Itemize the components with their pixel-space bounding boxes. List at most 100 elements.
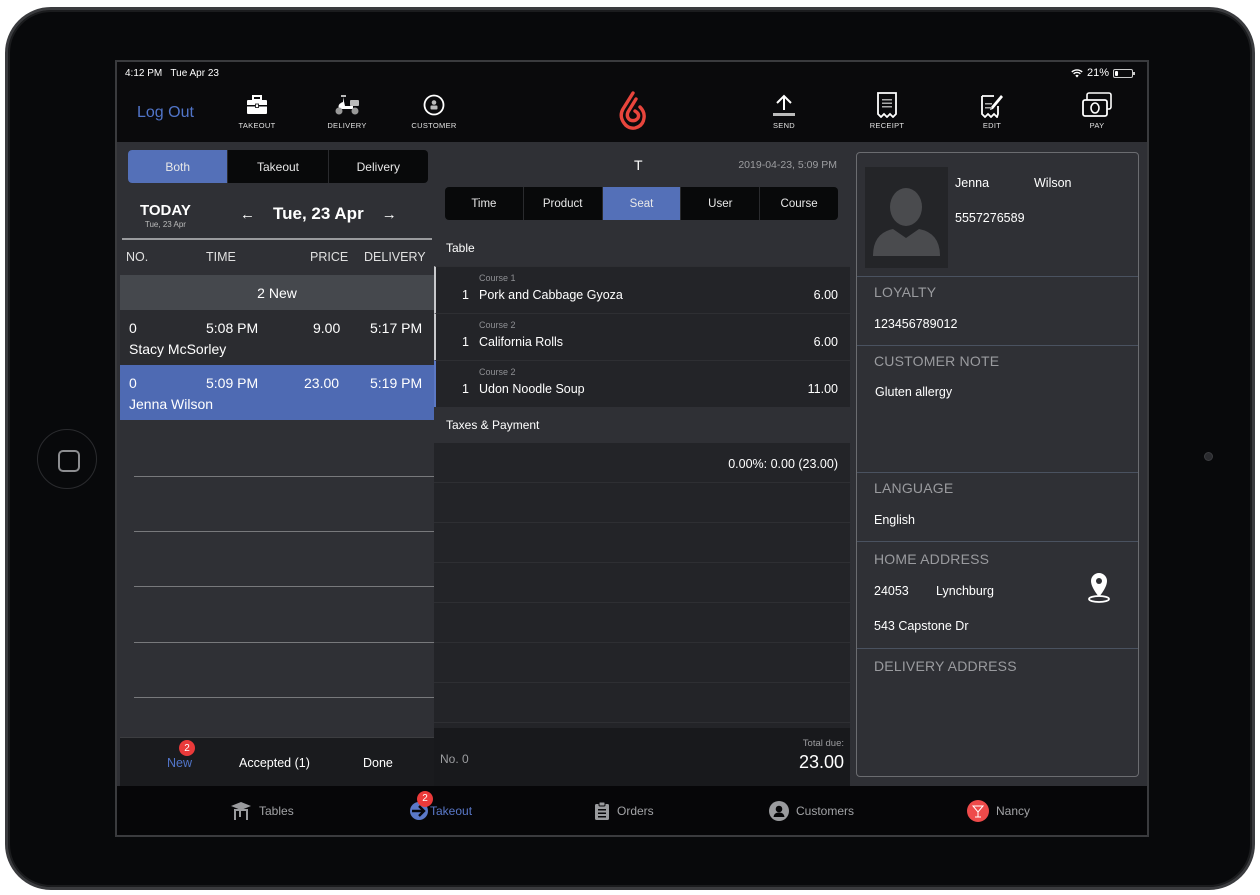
- divider: [857, 541, 1138, 542]
- empty-row: [434, 643, 850, 683]
- app-screen: 4:12 PM Tue Apr 23 21% Log Out TAKEOUT D…: [115, 60, 1149, 837]
- nav-customers-label: Customers: [796, 803, 855, 818]
- next-date-arrow[interactable]: →: [382, 206, 397, 223]
- sort-tabs: Time Product Seat User Course: [445, 187, 838, 220]
- loyalty-value[interactable]: 123456789012: [874, 317, 957, 331]
- logout-button[interactable]: Log Out: [137, 104, 194, 122]
- date-navigator: ← Tue, 23 Apr →: [240, 204, 397, 224]
- order-item[interactable]: Course 1 1 Pork and Cabbage Gyoza 6.00: [434, 266, 850, 313]
- send-label: SEND: [772, 121, 796, 130]
- nav-user-label: Nancy: [996, 803, 1031, 818]
- today-label: TODAY: [140, 202, 191, 219]
- order-no: 0: [129, 375, 137, 391]
- group-header-new: 2 New: [120, 275, 434, 310]
- map-pin-icon[interactable]: [1087, 571, 1111, 603]
- takeout-tool-button[interactable]: TAKEOUT: [222, 92, 292, 130]
- nav-orders[interactable]: Orders: [594, 786, 654, 835]
- address-zip[interactable]: 24053: [874, 584, 909, 598]
- sort-tab-course[interactable]: Course: [759, 187, 838, 220]
- empty-row: [434, 483, 850, 523]
- tax-line-text: 0.00%: 0.00 (23.00): [728, 457, 838, 471]
- item-course: Course 2: [479, 367, 516, 377]
- battery-icon: [1113, 68, 1135, 78]
- order-number: No. 0: [440, 752, 469, 766]
- edit-label: EDIT: [982, 121, 1002, 130]
- order-price: 9.00: [313, 320, 341, 336]
- order-title: T: [634, 157, 643, 173]
- nav-tables[interactable]: Tables: [230, 786, 294, 835]
- customer-card: Jenna Wilson 5557276589 LOYALTY 12345678…: [856, 152, 1139, 777]
- battery-percent: 21%: [1086, 67, 1109, 79]
- address-street[interactable]: 543 Capstone Dr: [874, 619, 969, 633]
- item-qty: 1: [462, 335, 469, 349]
- home-button[interactable]: [37, 429, 97, 489]
- status-time: 4:12 PM Tue Apr 23: [125, 68, 219, 79]
- sort-tab-seat[interactable]: Seat: [601, 187, 681, 220]
- language-value[interactable]: English: [874, 513, 915, 527]
- order-time: 5:09 PM: [206, 375, 259, 391]
- customer-circle-icon: [423, 94, 445, 116]
- today-button[interactable]: TODAY Tue, 23 Apr: [140, 202, 191, 229]
- nav-customers[interactable]: Customers: [769, 786, 854, 835]
- send-button[interactable]: SEND: [749, 92, 819, 130]
- table-section-header: Table: [434, 230, 850, 266]
- order-detail-header: T 2019-04-23, 5:09 PM Time Product Seat …: [434, 142, 850, 230]
- order-customer: Jenna Wilson: [129, 396, 214, 412]
- item-name: Pork and Cabbage Gyoza: [479, 288, 623, 302]
- empty-row: [434, 683, 850, 723]
- order-detail-panel: T 2019-04-23, 5:09 PM Time Product Seat …: [434, 142, 850, 786]
- prev-date-arrow[interactable]: ←: [240, 206, 255, 223]
- sort-tab-product[interactable]: Product: [522, 187, 602, 220]
- home-address-label: HOME ADDRESS: [874, 551, 990, 567]
- customer-first-name[interactable]: Jenna: [955, 176, 989, 190]
- delivery-tool-label: DELIVERY: [327, 121, 367, 130]
- customer-panel: Jenna Wilson 5557276589 LOYALTY 12345678…: [850, 142, 1147, 786]
- customer-phone[interactable]: 5557276589: [955, 211, 1025, 225]
- lightspeed-logo: [619, 91, 646, 130]
- loyalty-label: LOYALTY: [874, 284, 937, 300]
- item-name: California Rolls: [479, 335, 564, 349]
- order-item[interactable]: Course 2 1 Udon Noodle Soup 11.00: [434, 360, 850, 407]
- takeout-nav-icon-wrap: 2: [409, 790, 433, 821]
- item-price: 6.00: [813, 288, 838, 302]
- col-no: NO.: [126, 250, 149, 264]
- today-sub: Tue, 23 Apr: [144, 220, 186, 229]
- total-due-label: Total due:: [802, 738, 844, 749]
- receipt-button[interactable]: RECEIPT: [852, 92, 922, 130]
- edit-button[interactable]: EDIT: [957, 92, 1027, 130]
- status-tab-new[interactable]: New 2: [167, 740, 195, 770]
- empty-row: [434, 563, 850, 603]
- nav-takeout[interactable]: 2 Takeout: [409, 786, 472, 835]
- total-due-value: 23.00: [798, 752, 844, 772]
- order-row[interactable]: 0 5:08 PM 9.00 5:17 PM Stacy McSorley: [120, 310, 434, 365]
- delivery-tool-button[interactable]: DELIVERY: [312, 92, 382, 130]
- receipt-icon: [877, 92, 897, 118]
- pay-button[interactable]: PAY: [1062, 92, 1132, 130]
- status-tab-accepted[interactable]: Accepted (1): [239, 756, 310, 770]
- address-city[interactable]: Lynchburg: [936, 584, 994, 598]
- customer-tool-button[interactable]: CUSTOMER: [399, 92, 469, 130]
- col-delivery: DELIVERY: [364, 250, 426, 264]
- order-customer: Stacy McSorley: [129, 341, 227, 357]
- filter-takeout[interactable]: Takeout: [227, 150, 327, 183]
- divider: [857, 345, 1138, 346]
- order-item[interactable]: Course 2 1 California Rolls 6.00: [434, 313, 850, 360]
- nav-user-nancy[interactable]: Nancy: [967, 786, 1030, 835]
- status-tab-done[interactable]: Done: [363, 756, 393, 770]
- order-status-tabs: New 2 Accepted (1) Done: [120, 737, 434, 786]
- order-row-selected[interactable]: 0 5:09 PM 23.00 5:19 PM Jenna Wilson: [120, 365, 434, 420]
- customer-note-value[interactable]: Gluten allergy: [875, 385, 952, 399]
- filter-both[interactable]: Both: [128, 150, 228, 183]
- customer-last-name[interactable]: Wilson: [1034, 176, 1072, 190]
- header-divider: [122, 238, 432, 240]
- receipt-label: RECEIPT: [869, 121, 905, 130]
- sort-tab-time[interactable]: Time: [445, 187, 523, 220]
- sort-tab-user[interactable]: User: [680, 187, 759, 220]
- filter-delivery[interactable]: Delivery: [327, 150, 428, 183]
- order-price: 23.00: [304, 375, 340, 391]
- person-circle-icon: [769, 800, 789, 821]
- cash-icon: [1082, 92, 1112, 117]
- divider: [857, 648, 1138, 649]
- item-price: 6.00: [813, 335, 838, 349]
- order-type-filter: Both Takeout Delivery: [128, 150, 428, 183]
